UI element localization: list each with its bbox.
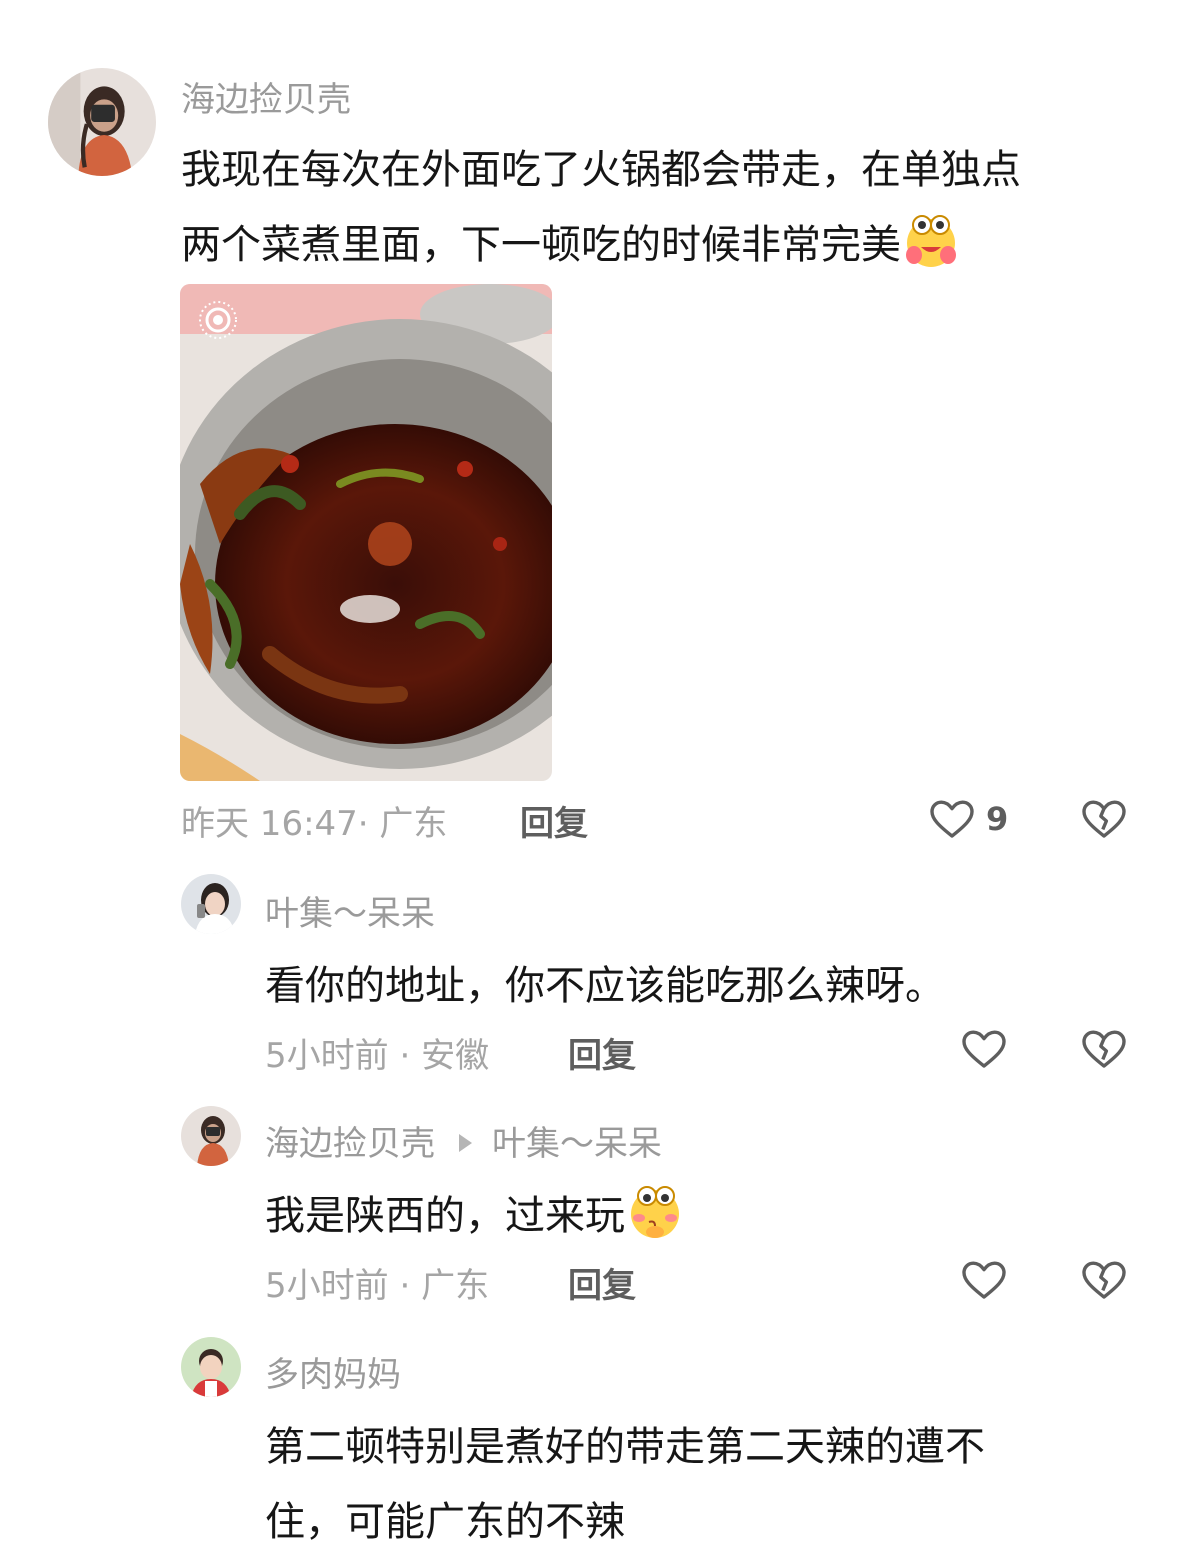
comment-meta: 5小时前 · 安徽 — [265, 1028, 489, 1077]
avatar[interactable] — [48, 68, 156, 176]
like-count: 9 — [986, 800, 1009, 838]
comment-text-line-content: 两个菜煮里面，下一顿吃的时候非常完美 — [181, 222, 901, 268]
reply-to-arrow-icon — [459, 1133, 472, 1152]
broken-heart-icon[interactable] — [1080, 1025, 1128, 1073]
avatar[interactable] — [181, 1106, 241, 1166]
broken-heart-icon[interactable] — [1080, 795, 1128, 843]
meta-separator: · — [399, 1266, 411, 1306]
comment-username[interactable]: 海边捡贝壳 — [181, 72, 351, 121]
hugging-face-emoji — [901, 211, 961, 271]
comment-author-name[interactable]: 海边捡贝壳 — [265, 1124, 435, 1164]
comment-text-line-content: 我是陕西的，过来玩 — [265, 1193, 625, 1239]
comment-text-line: 我是陕西的，过来玩 — [265, 1183, 685, 1242]
live-photo-icon — [196, 298, 240, 342]
comment-text-line: 住，可能广东的不辣 — [265, 1499, 625, 1545]
comment-meta: 5小时前 · 广东 — [265, 1258, 489, 1307]
comment-location: 广东 — [421, 1266, 490, 1306]
comment-text-line: 看你的地址，你不应该能吃那么辣呀。 — [265, 963, 945, 1009]
reply-button[interactable]: 回复 — [568, 1258, 636, 1307]
comment-time: 昨天 16:47 — [181, 804, 358, 844]
comment-time: 5小时前 — [265, 1036, 389, 1076]
reply-to-username[interactable]: 叶集～呆呆 — [492, 1124, 662, 1164]
comment-meta: 昨天 16:47· 广东 — [181, 796, 447, 845]
comment-text-line: 两个菜煮里面，下一顿吃的时候非常完美 — [181, 212, 961, 271]
avatar[interactable] — [181, 1337, 241, 1397]
heart-outline-icon[interactable] — [960, 1025, 1008, 1073]
meta-separator: · — [399, 1036, 411, 1076]
meta-separator: · — [357, 804, 369, 844]
comment-text-line: 第二顿特别是煮好的带走第二天辣的遭不 — [265, 1424, 985, 1470]
broken-heart-icon[interactable] — [1080, 1256, 1128, 1304]
reply-button[interactable]: 回复 — [568, 1028, 636, 1077]
thinking-blush-emoji — [625, 1182, 685, 1242]
reply-button[interactable]: 回复 — [520, 796, 588, 845]
comment-location: 广东 — [379, 804, 448, 844]
comment-username: 海边捡贝壳 叶集～呆呆 — [265, 1116, 662, 1165]
hotpot-leftover-photo[interactable] — [180, 284, 552, 781]
comment-time: 5小时前 — [265, 1266, 389, 1306]
comment-username[interactable]: 多肉妈妈 — [265, 1347, 401, 1396]
heart-outline-icon[interactable] — [960, 1256, 1008, 1304]
avatar[interactable] — [181, 874, 241, 934]
comment-location: 安徽 — [421, 1036, 490, 1076]
heart-outline-icon[interactable] — [928, 795, 976, 843]
comment-text-line: 我现在每次在外面吃了火锅都会带走，在单独点 — [181, 147, 1021, 193]
comment-username[interactable]: 叶集～呆呆 — [265, 886, 435, 935]
